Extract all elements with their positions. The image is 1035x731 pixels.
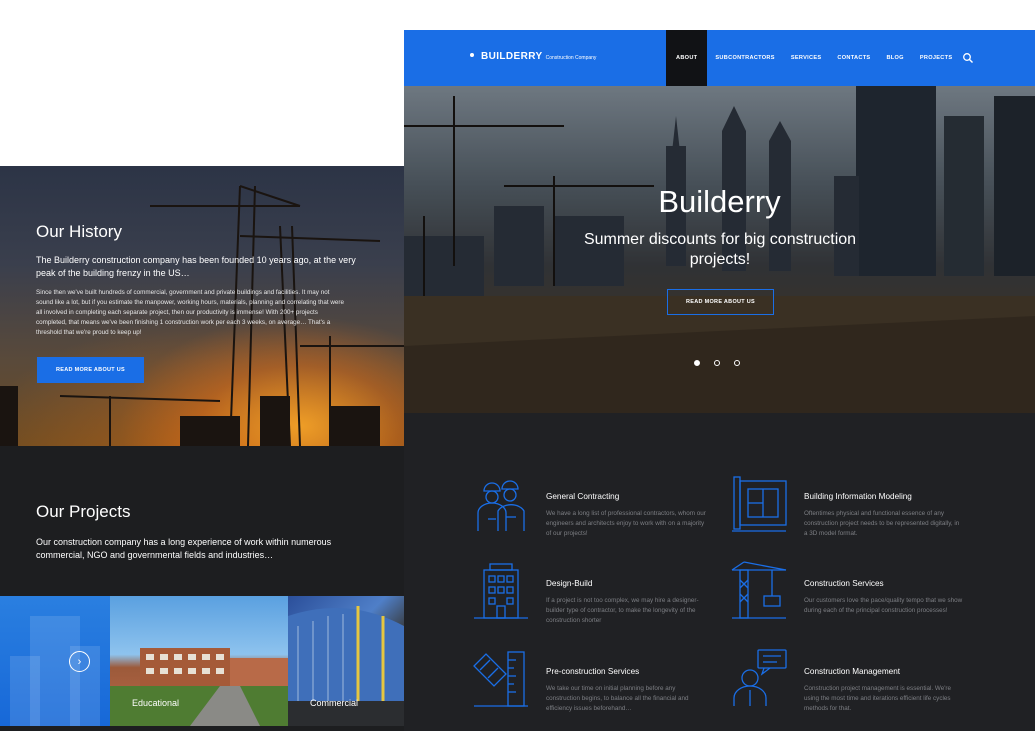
service-general-contracting[interactable]: General Contracting We have a long list … xyxy=(470,473,720,543)
nav-item-about[interactable]: ABOUT xyxy=(666,30,708,86)
service-desc: We take our time on initial planning bef… xyxy=(546,685,689,712)
nav-item-blog[interactable]: BLOG xyxy=(878,30,911,86)
service-desc: Construction project management is essen… xyxy=(804,685,952,712)
hero-subtitle: Summer discounts for big construction pr… xyxy=(583,231,857,268)
ruler-icon xyxy=(473,651,528,707)
consultant-icon xyxy=(733,649,787,706)
project-tile-educational[interactable]: Educational xyxy=(110,596,288,726)
crane-icon xyxy=(731,561,787,619)
next-arrow-button[interactable]: › xyxy=(69,651,90,672)
history-section: Our History The Builderry construction c… xyxy=(0,166,404,446)
tile-label-educational: Educational xyxy=(132,698,180,708)
tile-label-commercial: Commercial xyxy=(310,698,359,708)
projects-lead: Our construction company has a long expe… xyxy=(36,537,332,560)
right-page-preview: BUILDERRY Construction Company ABOUT SUB… xyxy=(404,30,1035,731)
projects-title: Our Projects xyxy=(36,502,131,521)
service-building-information-modeling[interactable]: Building Information Modeling Oftentimes… xyxy=(728,473,978,543)
service-pre-construction[interactable]: Pre-construction Services We take our ti… xyxy=(470,648,720,718)
search-icon[interactable] xyxy=(962,52,974,64)
service-title: Pre-construction Services xyxy=(546,667,640,676)
service-title: General Contracting xyxy=(546,492,620,501)
hero-title: Builderry xyxy=(658,184,781,219)
service-design-build[interactable]: Design-Build If a project is not too com… xyxy=(470,560,720,630)
slider-dot-2[interactable] xyxy=(714,360,720,366)
logo-name: BUILDERRY xyxy=(481,51,543,62)
slider-dot-3[interactable] xyxy=(734,360,740,366)
top-navbar: BUILDERRY Construction Company ABOUT SUB… xyxy=(404,30,1035,86)
service-desc: Oftentimes physical and functional essen… xyxy=(804,510,960,537)
hero-slider: Builderry Summer discounts for big const… xyxy=(404,86,1035,413)
project-tile-commercial[interactable]: Commercial xyxy=(288,596,404,726)
service-title: Construction Management xyxy=(804,667,901,676)
read-more-button[interactable]: READ MORE ABOUT US xyxy=(37,357,144,383)
service-title: Design-Build xyxy=(546,579,593,588)
service-construction-management[interactable]: Construction Management Construction pro… xyxy=(728,648,978,718)
service-title: Building Information Modeling xyxy=(804,492,912,501)
logo-subtitle: Construction Company xyxy=(545,55,597,61)
slider-dots xyxy=(694,360,740,366)
hero-read-more-button[interactable]: READ MORE ABOUT US xyxy=(667,289,774,315)
service-desc: We have a long list of professional cont… xyxy=(546,510,706,537)
chevron-right-icon: › xyxy=(77,655,82,668)
workers-icon xyxy=(477,480,525,531)
service-desc: Our customers love the pace/quality temp… xyxy=(804,597,963,614)
service-construction-services[interactable]: Construction Services Our customers love… xyxy=(728,560,978,630)
services-section: General Contracting We have a long list … xyxy=(404,413,1035,731)
nav-item-contacts[interactable]: CONTACTS xyxy=(829,30,878,86)
service-title: Construction Services xyxy=(804,579,884,588)
building-icon xyxy=(474,563,528,619)
blueprint-icon xyxy=(732,476,787,532)
history-body: Since then we've built hundreds of comme… xyxy=(36,289,345,336)
history-title: Our History xyxy=(36,222,122,241)
logo[interactable]: BUILDERRY Construction Company xyxy=(470,51,596,62)
nav-menu: ABOUT SUBCONTRACTORS SERVICES CONTACTS B… xyxy=(666,30,960,86)
slider-dot-1[interactable] xyxy=(694,360,700,366)
left-page-preview: Our History The Builderry construction c… xyxy=(0,166,404,731)
building-silhouette-image xyxy=(10,616,100,726)
nav-item-subcontractors[interactable]: SUBCONTRACTORS xyxy=(707,30,782,86)
project-tile-nav: › xyxy=(0,596,110,726)
nav-item-services[interactable]: SERVICES xyxy=(783,30,830,86)
nav-item-projects[interactable]: PROJECTS xyxy=(912,30,961,86)
project-tiles: › Educational Commercial xyxy=(0,596,404,731)
history-lead: The Builderry construction company has b… xyxy=(36,255,356,278)
logo-dot-icon xyxy=(470,53,474,57)
service-desc: If a project is not too complex, we may … xyxy=(546,597,699,624)
